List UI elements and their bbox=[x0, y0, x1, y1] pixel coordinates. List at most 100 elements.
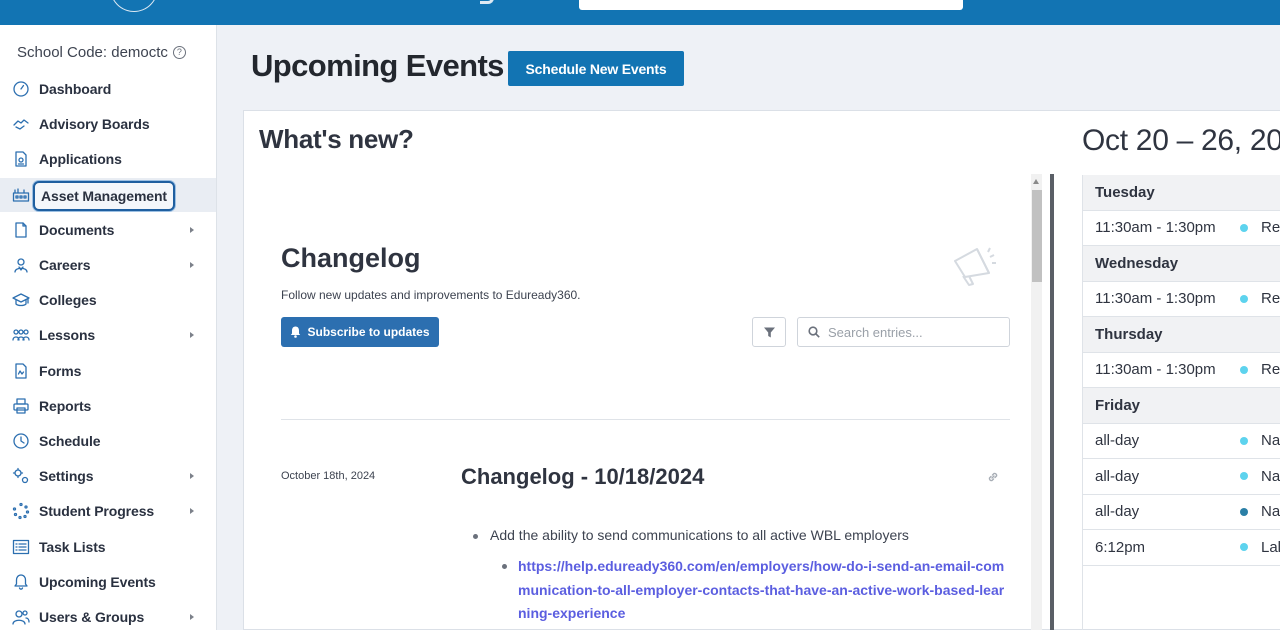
chevron-right-icon[interactable] bbox=[190, 508, 194, 515]
calendar-event-row[interactable]: all-day Na bbox=[1083, 495, 1280, 530]
changelog-widget[interactable]: Changelog Follow new updates and improve… bbox=[259, 174, 1035, 630]
search-icon bbox=[808, 326, 820, 338]
sidebar-item-lessons[interactable]: Lessons bbox=[0, 318, 216, 352]
users-icon bbox=[12, 608, 30, 626]
list-icon bbox=[12, 538, 30, 556]
event-title: Re bbox=[1261, 290, 1280, 308]
list-item-link: https://help.eduready360.com/en/employer… bbox=[461, 555, 1011, 626]
sidebar-item-documents[interactable]: Documents bbox=[0, 213, 216, 247]
handshake-icon bbox=[12, 115, 30, 133]
logo-icon[interactable] bbox=[110, 0, 158, 12]
sidebar-item-forms[interactable]: Forms bbox=[0, 354, 216, 388]
entry-title: Changelog - 10/18/2024 bbox=[461, 464, 705, 489]
printer-icon bbox=[12, 397, 30, 415]
dashboard-icon bbox=[12, 80, 30, 98]
event-dot-icon bbox=[1240, 472, 1248, 481]
sidebar-item-label: Careers bbox=[39, 257, 91, 273]
sidebar-item-label: Asset Management bbox=[33, 180, 175, 211]
event-title: Na bbox=[1261, 503, 1280, 521]
changelog-title: Changelog bbox=[281, 243, 421, 273]
search-entries-field[interactable] bbox=[797, 317, 1010, 347]
global-search-input[interactable] bbox=[579, 0, 963, 10]
entry-content: Add the ability to send communications t… bbox=[461, 527, 1011, 626]
filter-button[interactable] bbox=[752, 317, 786, 347]
calendar-day-header: Friday bbox=[1083, 388, 1280, 424]
calendar-event-row[interactable]: all-day Na bbox=[1083, 424, 1280, 459]
entry-date: October 18th, 2024 bbox=[281, 470, 376, 482]
sidebar-item-applications[interactable]: Applications bbox=[0, 142, 216, 176]
calendar-event-row[interactable]: 11:30am - 1:30pm Re bbox=[1083, 282, 1280, 317]
sidebar-item-student-progress[interactable]: Student Progress bbox=[0, 494, 216, 528]
sidebar-item-label: Upcoming Events bbox=[39, 573, 156, 590]
help-icon[interactable]: ? bbox=[172, 46, 186, 59]
widget-border bbox=[1050, 174, 1054, 630]
sidebar-item-label: Student Progress bbox=[39, 503, 155, 520]
event-dot-icon bbox=[1240, 543, 1248, 552]
sidebar-item-label: Reports bbox=[39, 397, 92, 414]
top-bar bbox=[0, 0, 1280, 25]
event-dot-icon bbox=[1240, 294, 1248, 303]
chevron-right-icon[interactable] bbox=[190, 614, 194, 620]
sidebar-item-colleges[interactable]: Colleges bbox=[0, 283, 216, 317]
file-icon bbox=[12, 221, 30, 239]
group-icon bbox=[12, 326, 30, 344]
sidebar-item-task-lists[interactable]: Task Lists bbox=[0, 530, 216, 564]
spinner-icon bbox=[12, 502, 30, 520]
widget-scrollbar[interactable] bbox=[1031, 174, 1042, 630]
chevron-right-icon[interactable] bbox=[190, 226, 194, 233]
sidebar-item-asset-management[interactable]: Asset Management bbox=[0, 177, 216, 212]
sidebar-item-label: Advisory Boards bbox=[39, 116, 150, 133]
event-title: Na bbox=[1261, 467, 1280, 485]
sidebar-item-label: Lessons bbox=[39, 327, 96, 344]
event-title: Lal bbox=[1261, 538, 1280, 556]
chevron-right-icon[interactable] bbox=[190, 473, 194, 480]
list-item: Add the ability to send communications t… bbox=[461, 527, 1011, 543]
chevron-right-icon[interactable] bbox=[190, 332, 194, 339]
event-time: 6:12pm bbox=[1095, 538, 1146, 556]
sidebar-item-label: Users & Groups bbox=[39, 609, 145, 625]
help-article-link[interactable]: https://help.eduready360.com/en/employer… bbox=[518, 558, 1004, 621]
calendar-event-row[interactable]: 6:12pm Lal bbox=[1083, 530, 1280, 566]
megaphone-icon bbox=[954, 247, 996, 286]
school-code-label: School Code: democtc bbox=[17, 44, 168, 61]
event-title: Re bbox=[1261, 219, 1280, 237]
calendar-event-row[interactable]: 11:30am - 1:30pm Re bbox=[1083, 211, 1280, 246]
clock-icon bbox=[12, 432, 30, 450]
search-entries-input[interactable] bbox=[828, 324, 998, 340]
graduation-cap-icon bbox=[12, 291, 30, 309]
sidebar-item-advisory-boards[interactable]: Advisory Boards bbox=[0, 107, 216, 141]
event-time: all-day bbox=[1095, 432, 1140, 450]
calendar-event-row[interactable]: 11:30am - 1:30pm Re bbox=[1083, 353, 1280, 388]
sidebar-item-careers[interactable]: Careers bbox=[0, 248, 216, 282]
gears-icon bbox=[12, 467, 30, 485]
subscribe-button[interactable]: Subscribe to updates bbox=[281, 317, 439, 347]
sidebar-item-users-groups[interactable]: Users & Groups bbox=[0, 600, 216, 630]
sidebar-item-label: Documents bbox=[39, 221, 115, 238]
calendar-date-range: Oct 20 – 26, 20 bbox=[1082, 124, 1280, 157]
changelog-subtitle: Follow new updates and improvements to E… bbox=[281, 288, 581, 302]
event-title: Na bbox=[1261, 432, 1280, 450]
event-time: 11:30am - 1:30pm bbox=[1095, 361, 1216, 379]
calendar-event-row[interactable]: all-day Na bbox=[1083, 459, 1280, 495]
subscribe-label: Subscribe to updates bbox=[307, 325, 430, 339]
sidebar-item-label: Forms bbox=[39, 362, 82, 379]
scrollbar-thumb[interactable] bbox=[1032, 190, 1042, 282]
sidebar-item-schedule[interactable]: Schedule bbox=[0, 424, 216, 458]
sidebar-item-dashboard[interactable]: Dashboard bbox=[0, 72, 216, 106]
form-icon bbox=[12, 362, 30, 380]
sidebar-item-settings[interactable]: Settings bbox=[0, 459, 216, 493]
link-icon[interactable] bbox=[986, 470, 1000, 484]
chevron-right-icon[interactable] bbox=[190, 262, 194, 268]
sidebar-item-reports[interactable]: Reports bbox=[0, 389, 216, 423]
sidebar-item-label: Task Lists bbox=[39, 538, 106, 555]
calendar-list: Tuesday 11:30am - 1:30pm Re Wednesday 11:30a… bbox=[1082, 175, 1280, 630]
event-dot-icon bbox=[1240, 436, 1248, 445]
scroll-up-icon[interactable] bbox=[1033, 179, 1039, 184]
document-icon bbox=[12, 150, 30, 168]
events-card: What's new? Changelog Follow new updates… bbox=[243, 110, 1280, 630]
sidebar: School Code: democtc ? Dashboard Advisory… bbox=[0, 25, 217, 630]
schedule-new-events-button[interactable]: Schedule New Events bbox=[508, 51, 684, 86]
whats-new-heading: What's new? bbox=[259, 124, 414, 154]
sidebar-item-label: Settings bbox=[39, 468, 94, 485]
sidebar-item-upcoming-events[interactable]: Upcoming Events bbox=[0, 565, 216, 599]
